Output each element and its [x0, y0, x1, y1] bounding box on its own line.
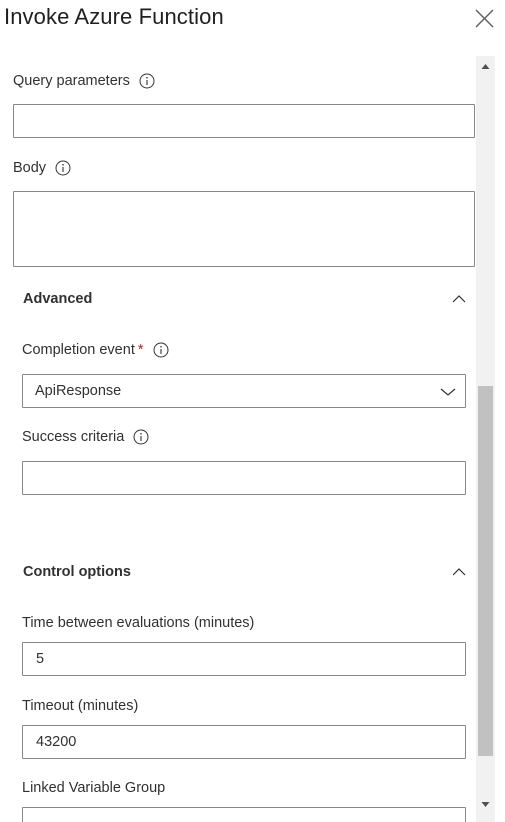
query-parameters-input[interactable] [13, 104, 475, 138]
query-parameters-label: Query parameters [13, 73, 130, 89]
time-between-evaluations-input[interactable]: 5 [22, 642, 466, 676]
chevron-up-icon[interactable] [452, 567, 466, 577]
timeout-label-row: Timeout (minutes) [22, 698, 138, 714]
close-icon [475, 9, 494, 28]
success-criteria-input[interactable] [22, 461, 466, 495]
linked-variable-group-input[interactable] [22, 807, 466, 822]
vertical-scrollbar[interactable] [476, 56, 495, 822]
body-label-row: Body [13, 160, 71, 176]
success-criteria-label-row: Success criteria [22, 429, 149, 445]
linked-variable-group-label: Linked Variable Group [22, 780, 166, 796]
dialog-content: Query parameters Body Advanced Completio… [0, 56, 476, 822]
scroll-down-arrow-icon[interactable] [476, 796, 495, 813]
completion-event-selected: ApiResponse [35, 383, 122, 399]
info-icon[interactable] [139, 73, 155, 89]
timeout-input[interactable]: 43200 [22, 725, 466, 759]
timeout-label: Timeout (minutes) [22, 698, 139, 714]
linked-variable-group-label-row: Linked Variable Group [22, 780, 165, 796]
info-icon[interactable] [133, 429, 149, 445]
completion-event-dropdown[interactable]: ApiResponse [22, 374, 466, 408]
body-label: Body [13, 160, 47, 176]
completion-event-label: Completion event [22, 342, 135, 358]
time-between-evaluations-label-row: Time between evaluations (minutes) [22, 615, 254, 631]
advanced-section-header[interactable]: Advanced [23, 291, 92, 307]
completion-event-label-row: Completion event * [22, 342, 169, 358]
chevron-down-icon [440, 387, 456, 397]
close-button[interactable] [472, 6, 498, 32]
required-marker: * [137, 342, 144, 358]
scroll-up-arrow-icon[interactable] [476, 58, 495, 75]
info-icon[interactable] [55, 160, 71, 176]
scroll-thumb[interactable] [478, 386, 493, 756]
chevron-up-icon[interactable] [452, 294, 466, 304]
time-between-evaluations-label: Time between evaluations (minutes) [22, 615, 255, 631]
body-textarea[interactable] [13, 191, 475, 267]
control-options-section-header[interactable]: Control options [23, 564, 131, 580]
success-criteria-label: Success criteria [22, 429, 125, 445]
dialog-title: Invoke Azure Function [4, 4, 224, 29]
query-parameters-label-row: Query parameters [13, 73, 155, 89]
info-icon[interactable] [153, 342, 169, 358]
